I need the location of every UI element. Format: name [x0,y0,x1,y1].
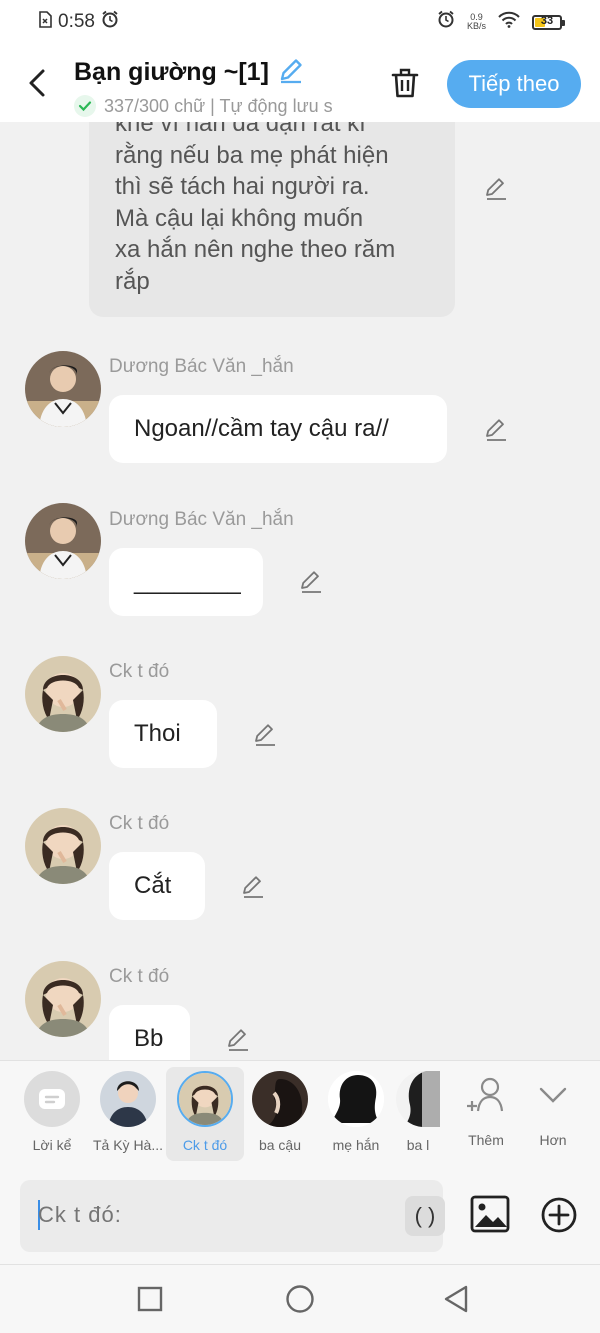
input-area: ( ) [0,1170,600,1264]
character-selector: Lời kể Tả Kỳ Hà... Ck t đó ba cậu mẹ hắn… [0,1060,600,1170]
save-status-row: 337/300 chữ | Tự động lưu s [74,95,364,117]
tool-label: Hơn [539,1132,567,1148]
character-name: Tả Kỳ Hà... [92,1137,164,1153]
more-characters-button[interactable]: Hơn [523,1075,583,1148]
message-bubble[interactable]: Thoi [109,700,217,768]
status-right: 0.9 KB/s 33 [437,10,565,34]
character-item[interactable]: Tả Kỳ Hà... [92,1071,164,1153]
avatar[interactable] [25,351,101,427]
trash-icon [391,68,419,98]
status-bar: 0:58 0.9 KB/s 33 [0,0,600,44]
image-icon [470,1195,510,1233]
avatar[interactable] [25,503,101,579]
sender-name: Ck t đó [109,966,170,987]
avatar[interactable] [25,808,101,884]
chevron-down-icon [539,1087,567,1103]
character-name: ba cậu [258,1137,302,1153]
message-bubble[interactable]: Ngoan//cầm tay cậu ra// [109,395,447,463]
page-title[interactable]: Bạn giường ~[1] [74,58,269,87]
battery-icon: 33 [532,14,565,30]
back-triangle-icon[interactable] [440,1283,472,1315]
image-button[interactable] [470,1194,510,1234]
add-button[interactable] [540,1196,578,1234]
check-icon [74,95,96,117]
home-circle-icon[interactable] [284,1283,316,1315]
status-left: 0:58 [38,10,119,34]
edit-message-icon[interactable] [239,872,267,900]
avatar [328,1071,384,1127]
title-row: Bạn giường ~[1] [74,56,364,89]
sender-name: Ck t đó [109,661,170,682]
add-person-icon [467,1077,504,1112]
parentheses-button[interactable]: ( ) [405,1196,445,1236]
sender-name: Ck t đó [109,813,170,834]
avatar[interactable] [25,961,101,1037]
title-wrap: Bạn giường ~[1] 337/300 chữ | Tự động lư… [74,56,364,117]
next-button[interactable]: Tiếp theo [447,60,581,108]
character-item[interactable]: ba l [396,1071,440,1153]
battery-level: 33 [540,14,554,27]
character-name: Lời kể [32,1137,72,1153]
avatar [396,1071,440,1127]
edit-message-icon[interactable] [297,567,325,595]
back-button[interactable] [22,66,52,100]
avatar[interactable] [25,656,101,732]
avatar [252,1071,308,1127]
message-input-box[interactable]: ( ) [20,1180,445,1252]
message-bubble[interactable]: Bb [109,1005,190,1060]
system-nav-bar [0,1264,600,1333]
alarm-icon [101,10,119,34]
narration-bubble-icon [24,1071,80,1127]
wifi-icon [498,11,520,34]
character-narration[interactable]: Lời kể [16,1071,88,1153]
narration-line: Mà cậu lại không muốn [115,204,364,232]
message-bubble[interactable]: ________ [109,548,263,616]
narration-line: thì sẽ tách hai người ra. [115,173,370,200]
sender-name: Dương Bác Văn _hắn [109,356,294,377]
avatar [177,1071,233,1127]
chat-area[interactable]: khe vì hắn đã dặn rất kĩ rằng nếu ba mẹ … [0,122,600,1060]
edit-message-icon[interactable] [224,1025,252,1053]
narration-bubble[interactable]: khe vì hắn đã dặn rất kĩ rằng nếu ba mẹ … [89,122,455,317]
add-character-button[interactable]: Thêm [456,1075,516,1148]
character-name: ba l [406,1137,430,1153]
plus-circle-icon [541,1197,577,1233]
header: Bạn giường ~[1] 337/300 chữ | Tự động lư… [0,44,600,122]
message-bubble[interactable]: Cắt [109,852,205,920]
narration-line: khe vì hắn đã dặn rất kĩ [115,122,366,137]
narration-line: rằng nếu ba mẹ phát hiện [115,141,389,169]
character-item-selected[interactable]: Ck t đó [169,1071,241,1153]
character-item[interactable]: mẹ hắn [320,1071,392,1153]
message-input[interactable] [38,1202,338,1228]
net-speed: 0.9 KB/s [467,13,486,31]
narration-line: rắp [115,267,150,295]
character-name: mẹ hắn [332,1137,380,1153]
narration-line: xa hắn nên nghe theo răm [115,236,396,263]
character-name: Ck t đó [182,1137,228,1153]
recent-apps-square-icon[interactable] [134,1283,166,1315]
net-speed-unit: KB/s [466,21,486,31]
edit-message-icon[interactable] [251,720,279,748]
status-time: 0:58 [58,11,95,32]
tool-label: Thêm [468,1132,504,1148]
back-arrow-icon [29,69,45,97]
character-item[interactable]: ba cậu [244,1071,316,1153]
sim-off-icon [38,10,52,34]
alarm-icon [437,10,455,34]
delete-button[interactable] [387,64,423,102]
avatar [100,1071,156,1127]
edit-narration-icon[interactable] [482,174,510,202]
edit-message-icon[interactable] [482,415,510,443]
sender-name: Dương Bác Văn _hắn [109,509,294,530]
edit-pencil-icon[interactable] [277,56,305,89]
word-count-status: 337/300 chữ | Tự động lưu s [104,95,333,116]
